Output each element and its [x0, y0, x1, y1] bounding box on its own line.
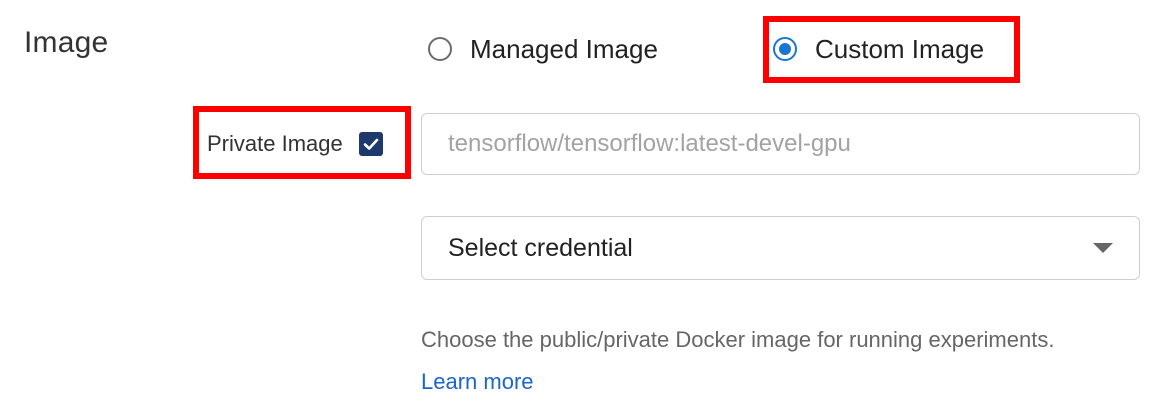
managed-image-label: Managed Image: [470, 33, 658, 64]
custom-image-radio[interactable]: Custom Image: [773, 26, 984, 72]
help-description: Choose the public/private Docker image f…: [421, 327, 1055, 352]
radio-unchecked-icon: [428, 37, 452, 61]
credential-select-value: Select credential: [448, 233, 633, 262]
radio-dot: [779, 43, 791, 55]
image-help-text: Choose the public/private Docker image f…: [421, 319, 1061, 403]
checkmark-icon: [363, 138, 379, 150]
image-name-input[interactable]: [421, 113, 1140, 175]
custom-image-label: Custom Image: [815, 33, 985, 64]
image-section-label: Image: [24, 26, 109, 59]
private-image-row: Private Image: [207, 126, 383, 162]
radio-checked-icon: [773, 37, 797, 61]
dropdown-caret-icon: [1093, 243, 1113, 253]
private-image-checkbox[interactable]: [358, 132, 383, 156]
private-image-label: Private Image: [207, 131, 343, 156]
managed-image-radio[interactable]: Managed Image: [428, 26, 658, 72]
credential-select[interactable]: Select credential: [421, 216, 1140, 280]
learn-more-link[interactable]: Learn more: [421, 369, 534, 394]
